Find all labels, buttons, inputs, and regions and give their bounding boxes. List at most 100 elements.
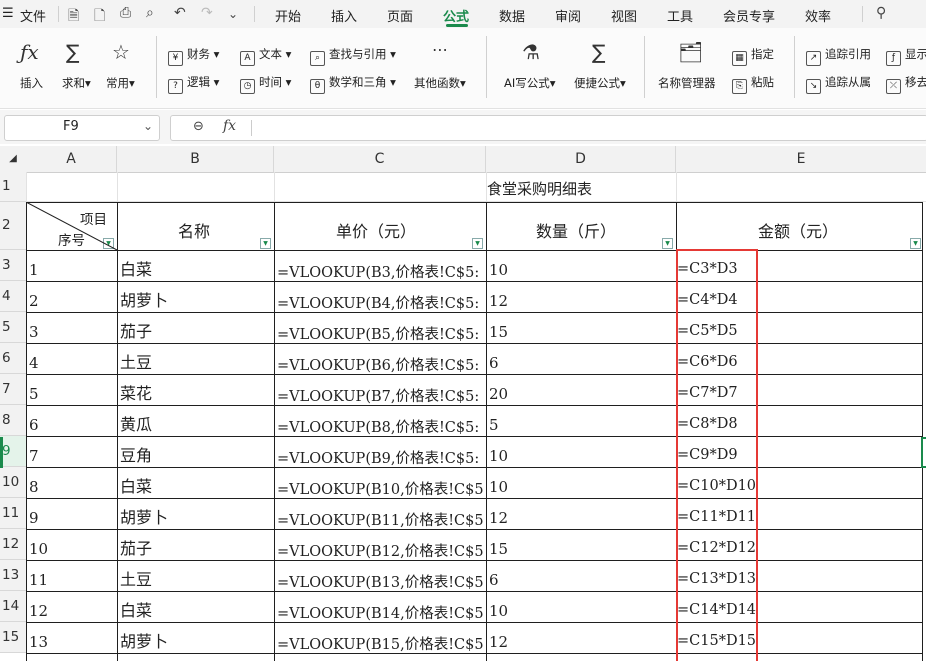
time-button[interactable]: ◷ 时间 ▾ xyxy=(240,74,291,94)
quick-formula-icon[interactable]: ∑ xyxy=(592,40,605,64)
cell-name[interactable]: 黄瓜 xyxy=(120,411,272,435)
header-amount[interactable]: 金额（元） xyxy=(758,218,838,242)
header-quantity[interactable]: 数量（斤） xyxy=(536,218,616,242)
cell-unit-price[interactable]: =VLOOKUP(B4,价格表!C$5: xyxy=(277,292,484,313)
cell-name[interactable]: 茄子 xyxy=(120,535,272,559)
cell-index[interactable]: 1 xyxy=(29,261,115,279)
column-header-c[interactable]: C xyxy=(274,146,486,173)
row-header[interactable]: 12 xyxy=(0,529,27,560)
tab-review[interactable]: 审阅 xyxy=(555,6,581,25)
row-header[interactable]: 2 xyxy=(0,202,27,250)
cell-name[interactable]: 茄子 xyxy=(120,318,272,342)
filter-dropdown-icon[interactable]: ▼ xyxy=(260,238,271,249)
remove-arrows-button[interactable]: ⤫ 移去 xyxy=(886,74,926,94)
autosum-button[interactable]: 求和▾ xyxy=(62,75,91,91)
row-header[interactable]: 8 xyxy=(0,405,27,436)
print-preview-icon[interactable]: ⌕ xyxy=(146,5,154,21)
cell-quantity[interactable]: 12 xyxy=(489,633,674,651)
cell-unit-price[interactable]: =VLOOKUP(B5,价格表!C$5: xyxy=(277,323,484,344)
name-box[interactable]: F9 ⌄ xyxy=(4,115,160,141)
cell-index[interactable]: 3 xyxy=(29,323,115,341)
cell-index[interactable]: 8 xyxy=(29,478,115,496)
quick-formula-button[interactable]: 便捷公式▾ xyxy=(574,75,626,91)
other-functions-button[interactable]: 其他函数▾ xyxy=(414,75,466,91)
tab-data[interactable]: 数据 xyxy=(499,6,525,25)
row-header[interactable]: 3 xyxy=(0,250,27,281)
cell-unit-price[interactable]: =VLOOKUP(B13,价格表!C$5 xyxy=(277,571,484,592)
tab-insert[interactable]: 插入 xyxy=(331,6,357,25)
cell-unit-price[interactable]: =VLOOKUP(B12,价格表!C$5 xyxy=(277,540,484,561)
function-icon[interactable]: ƒx xyxy=(20,40,39,64)
row-header[interactable]: 7 xyxy=(0,374,27,405)
row-header[interactable]: 15 xyxy=(0,622,27,653)
row-header[interactable]: 14 xyxy=(0,591,27,622)
cell-quantity[interactable]: 15 xyxy=(489,323,674,341)
tab-efficiency[interactable]: 效率 xyxy=(805,6,831,25)
cell-unit-price[interactable]: =VLOOKUP(B9,价格表!C$5: xyxy=(277,447,484,468)
search-icon[interactable]: ⚲ xyxy=(876,5,886,21)
tab-view[interactable]: 视图 xyxy=(611,6,637,25)
cell-unit-price[interactable]: =VLOOKUP(B11,价格表!C$5 xyxy=(277,509,484,530)
cell-quantity[interactable]: 12 xyxy=(489,292,674,310)
name-manager-button[interactable]: 名称管理器 xyxy=(658,75,716,91)
cell-index[interactable]: 7 xyxy=(29,447,115,465)
zoom-icon[interactable]: ⊖ xyxy=(193,119,204,134)
cell-quantity[interactable]: 5 xyxy=(489,416,674,434)
finance-button[interactable]: ¥ 财务 ▾ xyxy=(168,46,219,66)
cell-index[interactable]: 11 xyxy=(29,571,115,589)
cell-unit-price[interactable]: =VLOOKUP(B10,价格表!C$5 xyxy=(277,478,484,499)
row-header[interactable]: 9 xyxy=(0,436,27,467)
ai-formula-icon[interactable]: ⚗ xyxy=(522,40,540,64)
trace-dependents-button[interactable]: ↘ 追踪从属 xyxy=(806,74,871,94)
filter-dropdown-icon[interactable]: ▼ xyxy=(662,238,673,249)
cell-quantity[interactable]: 10 xyxy=(489,261,674,279)
save-icon[interactable]: 🗎 xyxy=(68,5,79,29)
export-pdf-icon[interactable]: 🗋 xyxy=(94,5,105,29)
menu-icon[interactable]: ☰ xyxy=(2,6,14,21)
tab-formula[interactable]: 公式 xyxy=(443,6,469,25)
trace-precedents-button[interactable]: ↗ 追踪引用 xyxy=(806,46,871,66)
column-header-a[interactable]: A xyxy=(26,146,117,173)
filter-dropdown-icon[interactable]: ▼ xyxy=(910,238,921,249)
show-formulas-button[interactable]: ƒ 显示 xyxy=(886,46,926,66)
cell-index[interactable]: 13 xyxy=(29,633,115,651)
cell-index[interactable]: 10 xyxy=(29,540,115,558)
cell-unit-price[interactable]: =VLOOKUP(B7,价格表!C$5: xyxy=(277,385,484,406)
row-header[interactable]: 10 xyxy=(0,467,27,498)
cell-index[interactable]: 12 xyxy=(29,602,115,620)
row-header[interactable]: 4 xyxy=(0,281,27,312)
tab-page[interactable]: 页面 xyxy=(387,6,413,25)
cell-unit-price[interactable]: =VLOOKUP(B8,价格表!C$5: xyxy=(277,416,484,437)
cell-index[interactable]: 6 xyxy=(29,416,115,434)
cell-quantity[interactable]: 6 xyxy=(489,354,674,372)
row-header[interactable]: 1 xyxy=(0,172,27,202)
cell-quantity[interactable]: 12 xyxy=(489,509,674,527)
cell-unit-price[interactable]: =VLOOKUP(B14,价格表!C$5 xyxy=(277,602,484,623)
cell-unit-price[interactable]: =VLOOKUP(B3,价格表!C$5: xyxy=(277,261,484,282)
filter-dropdown-icon[interactable]: ▼ xyxy=(472,238,483,249)
cell-name[interactable]: 土豆 xyxy=(120,566,272,590)
row-header[interactable]: 6 xyxy=(0,343,27,374)
common-functions-button[interactable]: 常用▾ xyxy=(106,75,135,91)
star-icon[interactable]: ☆ xyxy=(112,40,130,64)
chevron-down-icon[interactable]: ⌄ xyxy=(228,7,238,21)
specify-button[interactable]: ▦ 指定 xyxy=(732,46,774,66)
cell-name[interactable]: 白菜 xyxy=(120,256,272,280)
undo-icon[interactable]: ↶ xyxy=(174,5,186,21)
cell-name[interactable]: 豆角 xyxy=(120,442,272,466)
cell-quantity[interactable]: 6 xyxy=(489,571,674,589)
column-header-b[interactable]: B xyxy=(117,146,274,173)
column-header-d[interactable]: D xyxy=(486,146,676,173)
cell-index[interactable]: 4 xyxy=(29,354,115,372)
cell-name[interactable]: 胡萝卜 xyxy=(120,504,272,528)
formula-input[interactable]: ⊖ fx xyxy=(170,115,926,141)
cell-unit-price[interactable]: =VLOOKUP(B6,价格表!C$5: xyxy=(277,354,484,375)
print-icon[interactable]: ⎙ xyxy=(120,5,131,21)
cell-name[interactable]: 白菜 xyxy=(120,597,272,621)
insert-function-button[interactable]: 插入 xyxy=(20,75,43,91)
lookup-button[interactable]: ⌕ 查找与引用 ▾ xyxy=(310,46,396,66)
cell-index[interactable]: 9 xyxy=(29,509,115,527)
cell-unit-price[interactable]: =VLOOKUP(B15,价格表!C$5 xyxy=(277,633,484,654)
logic-button[interactable]: ? 逻辑 ▾ xyxy=(168,74,219,94)
cell-quantity[interactable]: 20 xyxy=(489,385,674,403)
